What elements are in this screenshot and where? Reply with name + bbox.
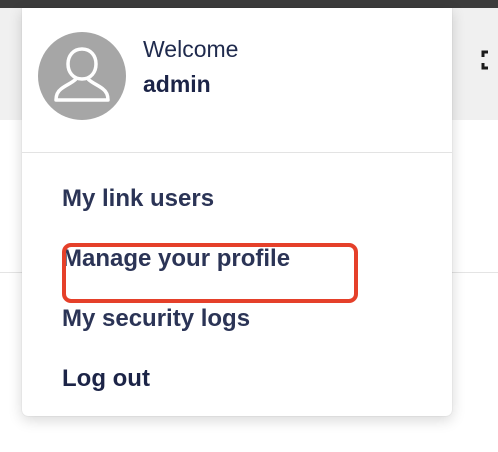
menu-item-security-logs[interactable]: My security logs <box>62 305 250 333</box>
welcome-label: Welcome <box>143 36 239 62</box>
user-info-header: Welcome admin <box>22 8 452 153</box>
avatar <box>38 32 126 120</box>
fullscreen-icon[interactable] <box>480 49 498 71</box>
menu-item-log-out[interactable]: Log out <box>62 365 150 393</box>
user-dropdown-menu: Welcome admin My link users Manage your … <box>22 8 452 416</box>
top-bar <box>0 0 498 8</box>
user-silhouette-icon <box>54 47 110 102</box>
menu-item-manage-profile[interactable]: Manage your profile <box>62 245 290 273</box>
username-label: admin <box>143 71 211 97</box>
menu-item-my-link-users[interactable]: My link users <box>62 185 214 213</box>
